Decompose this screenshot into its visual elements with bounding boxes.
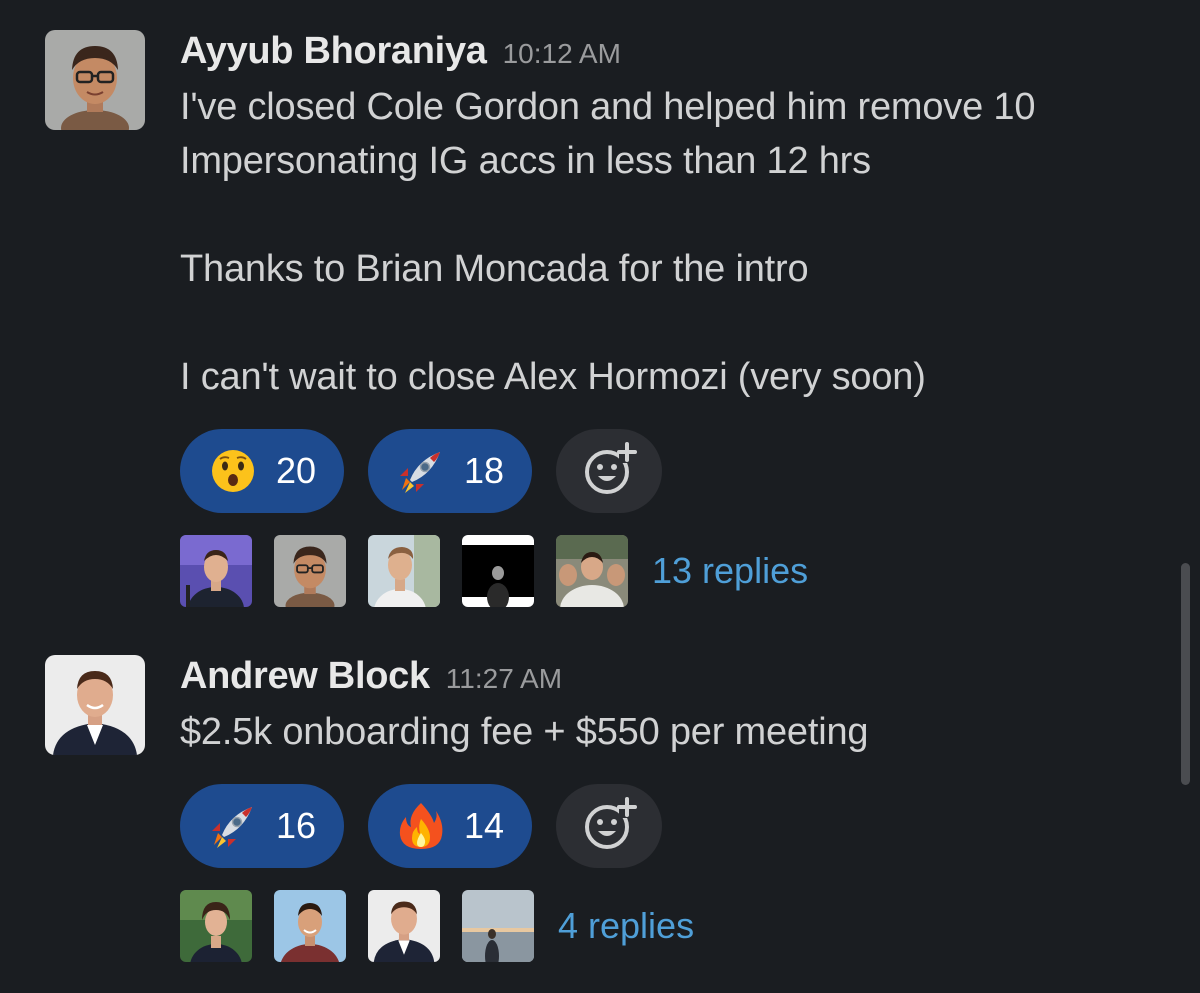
thread-avatar <box>180 535 252 607</box>
thread-avatar <box>556 535 628 607</box>
thread-avatar <box>368 535 440 607</box>
rocket-icon <box>208 801 258 851</box>
add-reaction-button[interactable] <box>556 784 662 868</box>
add-emoji-icon <box>579 794 639 859</box>
message-paragraph: I've closed Cole Gordon and helped him r… <box>180 86 1036 182</box>
author-name[interactable]: Ayyub Bhoraniya <box>180 30 487 73</box>
message-paragraph: $2.5k onboarding fee + $550 per meeting <box>180 711 869 753</box>
reactions-bar: 16 14 <box>180 784 1170 868</box>
replies-link[interactable]: 4 replies <box>558 905 694 947</box>
message-text: $2.5k onboarding fee + $550 per meeting <box>180 705 1170 759</box>
avatar[interactable] <box>45 30 145 130</box>
suit-photo-image <box>45 655 145 755</box>
hushed-face-icon <box>208 446 258 496</box>
add-reaction-button[interactable] <box>556 429 662 513</box>
reaction-count: 14 <box>463 805 505 846</box>
replies-link[interactable]: 13 replies <box>652 550 808 592</box>
avatar[interactable] <box>45 655 145 755</box>
thread-avatar <box>368 890 440 962</box>
reaction-count: 20 <box>275 450 317 491</box>
thread-summary[interactable]: 4 replies <box>180 890 1170 962</box>
cartoon-avatar-image <box>45 30 145 130</box>
rocket-icon <box>396 446 446 496</box>
reaction-rocket[interactable]: 18 <box>368 429 532 513</box>
message-header: Ayyub Bhoraniya 10:12 AM <box>180 30 1170 80</box>
fire-icon <box>396 801 446 851</box>
timestamp[interactable]: 10:12 AM <box>503 38 621 70</box>
reaction-hushed-face[interactable]: 20 <box>180 429 344 513</box>
thread-avatar <box>180 890 252 962</box>
author-name[interactable]: Andrew Block <box>180 655 430 698</box>
reactions-bar: 20 18 <box>180 429 1170 513</box>
message-text: I've closed Cole Gordon and helped him r… <box>180 80 1170 404</box>
reaction-fire[interactable]: 14 <box>368 784 532 868</box>
thread-avatar <box>274 535 346 607</box>
add-emoji-icon <box>579 439 639 504</box>
reaction-rocket[interactable]: 16 <box>180 784 344 868</box>
reaction-count: 18 <box>463 450 505 491</box>
thread-avatar <box>462 890 534 962</box>
reaction-count: 16 <box>275 805 317 846</box>
timestamp[interactable]: 11:27 AM <box>446 663 562 695</box>
thread-summary[interactable]: 13 replies <box>180 535 1170 607</box>
message-paragraph: I can't wait to close Alex Hormozi (very… <box>180 356 926 398</box>
message-paragraph: Thanks to Brian Moncada for the intro <box>180 248 809 290</box>
scrollbar-thumb[interactable] <box>1181 563 1190 785</box>
thread-avatar <box>274 890 346 962</box>
message-header: Andrew Block 11:27 AM <box>180 655 1170 705</box>
thread-avatar <box>462 535 534 607</box>
